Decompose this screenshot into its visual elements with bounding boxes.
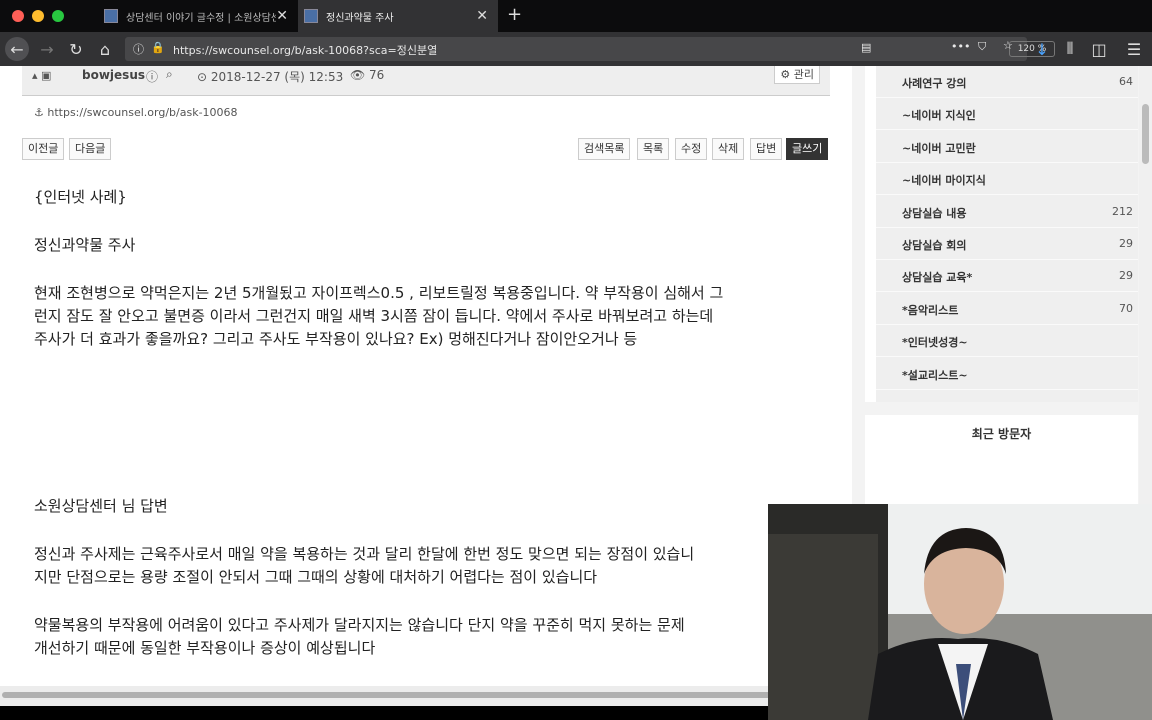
sidebar-item[interactable]: ~네이버 고민란	[876, 131, 1138, 163]
answer-line-2: 지만 단점으로는 용량 조절이 안되서 그때 그때의 상황에 대처하기 어렵다는…	[34, 568, 598, 586]
tab-2-active[interactable]: 정신과약물 주사 ✕	[298, 0, 498, 32]
sidebar-item-label: 상담실습 회의	[902, 239, 967, 252]
reader-view-icon[interactable]: ▤	[861, 41, 871, 54]
post-date: ⊙ 2018-12-27 (목) 12:53	[197, 70, 344, 84]
admin-button[interactable]: ⚙ 관리	[774, 66, 820, 84]
search-list-button[interactable]: 검색목록	[578, 138, 631, 160]
sidebar-item[interactable]: ~네이버 마이지식	[876, 163, 1138, 196]
sidebar-item-count: 212	[1112, 204, 1133, 218]
sidebar-item-count: 70	[1119, 301, 1133, 315]
tab-1[interactable]: 상담센터 이야기 글수정 | 소원상담센터 ✕	[98, 0, 298, 32]
sidebar-item-label: 상담실습 내용	[902, 206, 967, 220]
delete-button[interactable]: 삭제	[712, 138, 745, 160]
menu-icon[interactable]: ☰	[1122, 37, 1146, 61]
sidebar-item-count: 29	[1119, 237, 1133, 250]
minimize-window-icon[interactable]	[32, 10, 44, 22]
lock-icon: 🔒	[151, 41, 165, 54]
sidebar-item-count: 64	[1119, 75, 1133, 88]
edit-button[interactable]: 수정	[675, 138, 708, 160]
search-icon[interactable]: ⌕	[166, 67, 173, 82]
sidebar-item-label: *인터넷성경~	[902, 336, 968, 350]
sidebar-item[interactable]: 상담실습 내용 212	[876, 196, 1138, 228]
permalink[interactable]: ⚓ https://swcounsel.org/b/ask-10068	[34, 106, 238, 119]
hscroll-thumb[interactable]	[2, 692, 822, 698]
info-icon[interactable]: ⓘ	[133, 41, 144, 57]
question-line-2: 런지 잠도 잘 안오고 불면증 이라서 그런건지 매일 새벽 3시쯤 잠이 듭니…	[34, 307, 714, 325]
category-list: 사례연구 강의 64 ~네이버 지식인 ~네이버 고민란 ~네이버 마이지식상담실습 내…	[876, 66, 1138, 402]
sidebar-item[interactable]: 상담실습 교육* 29	[876, 260, 1138, 293]
sidebar-toggle-icon[interactable]: ◫	[1087, 37, 1111, 61]
list-button[interactable]: 목록	[637, 138, 670, 160]
navigation-bar: ← → ↻ ⌂ ⓘ 🔒 https://swcounsel.org/b/ask-…	[0, 32, 1152, 66]
sidebar-item[interactable]: ~네이버 지식인	[876, 98, 1138, 131]
anchor-icon: ⚓	[34, 106, 44, 119]
post-author[interactable]: bowjesus	[82, 68, 145, 82]
post-views: 👁 76	[350, 68, 385, 82]
home-icon[interactable]: ⌂	[93, 37, 117, 61]
maximize-window-icon[interactable]	[52, 10, 64, 22]
sidebar-item-label: 상담실습 교육*	[902, 271, 973, 285]
post-tag: {인터넷 사례}	[34, 188, 127, 206]
library-icon[interactable]: ⫴	[1058, 37, 1082, 61]
new-tab-icon[interactable]: +	[507, 4, 522, 25]
sidebar-item-label: ~네이버 마이지식	[902, 174, 986, 188]
post-title: 정신과약물 주사	[34, 236, 136, 254]
answer-line-4: 개선하기 때문에 동일한 부작용이나 증상이 예상됩니다	[34, 639, 376, 657]
question-line-3: 주사가 더 효과가 좋을까요? 그리고 주사도 부작용이 있나요? Ex) 멍해…	[34, 330, 638, 348]
sidebar-item-label: 사례연구 강의	[902, 77, 967, 90]
question-line-1: 현재 조현병으로 약먹은지는 2년 5개월됬고 자이프렉스0.5 , 리보트릴정…	[34, 284, 724, 302]
visitors-title: 최근 방문자	[971, 427, 1032, 441]
category-sidebar: 사례연구 강의 64 ~네이버 지식인 ~네이버 고민란 ~네이버 마이지식상담실습 내…	[865, 66, 1138, 402]
tab-close-icon[interactable]: ✕	[476, 8, 488, 24]
sidebar-item[interactable]: *설교리스트~	[876, 358, 1138, 390]
post-area: ▴ ▣ bowjesus ⓘ ⌕ ⊙ 2018-12-27 (목) 12:53 …	[0, 66, 852, 706]
presenter-video	[768, 504, 1152, 720]
site-favicon-icon	[104, 9, 118, 23]
sidebar-item[interactable]: *인터넷성경~	[876, 325, 1138, 358]
answer-line-1: 정신과 주사제는 근육주사로서 매일 약을 복용하는 것과 달리 한달에 한번 …	[34, 545, 695, 563]
webcam-overlay	[768, 504, 1152, 720]
sidebar-item[interactable]: 상담실습 회의 29	[876, 228, 1138, 260]
next-post-button[interactable]: 다음글	[69, 138, 112, 160]
prev-post-button[interactable]: 이전글	[22, 138, 65, 160]
download-icon[interactable]: ↓	[1030, 37, 1054, 61]
pocket-icon[interactable]: ⛉	[978, 40, 986, 54]
permalink-text: https://swcounsel.org/b/ask-10068	[47, 106, 238, 119]
site-favicon-icon	[304, 9, 318, 23]
info-icon[interactable]: ⓘ	[146, 68, 158, 85]
forward-icon[interactable]: →	[35, 37, 59, 61]
reply-button[interactable]: 답변	[750, 138, 783, 160]
tab-2-title: 정신과약물 주사	[326, 12, 394, 24]
sidebar-item[interactable]: *음악리스트 70	[876, 293, 1138, 325]
close-window-icon[interactable]	[12, 10, 24, 22]
more-actions-icon[interactable]: •••	[951, 40, 970, 53]
sidebar-item-label: ~네이버 지식인	[902, 109, 976, 123]
reload-icon[interactable]: ↻	[64, 37, 88, 61]
tab-close-icon[interactable]: ✕	[276, 8, 288, 24]
answer-line-3: 약물복용의 부작용에 어려움이 있다고 주사제가 달라지지는 않습니다 단지 약…	[34, 616, 685, 634]
sidebar-item[interactable]: 사례연구 강의 64	[876, 66, 1138, 98]
member-level-icon: ▴ ▣	[32, 69, 52, 82]
sidebar-item-count: 29	[1119, 269, 1133, 283]
post-meta: ▴ ▣ bowjesus ⓘ ⌕ ⊙ 2018-12-27 (목) 12:53 …	[22, 66, 830, 96]
bookmark-star-icon[interactable]: ☆	[1003, 39, 1013, 52]
url-text: https://swcounsel.org/b/ask-10068?sca=정신…	[173, 44, 438, 57]
sidebar-item-label: *음악리스트	[902, 303, 959, 317]
tab-bar: 상담센터 이야기 글수정 | 소원상담센터 ✕ 정신과약물 주사 ✕ +	[0, 0, 1152, 32]
scroll-thumb[interactable]	[1142, 104, 1149, 164]
sidebar-item-label: ~네이버 고민란	[902, 141, 976, 155]
tab-1-title: 상담센터 이야기 글수정 | 소원상담센터	[126, 12, 276, 24]
url-bar[interactable]: ⓘ 🔒 https://swcounsel.org/b/ask-10068?sc…	[125, 37, 1055, 61]
back-icon[interactable]: ←	[5, 37, 29, 61]
write-button[interactable]: 글쓰기	[786, 138, 829, 160]
answer-heading: 소원상담센터 님 답변	[34, 497, 168, 515]
sidebar-item-label: *설교리스트~	[902, 368, 968, 382]
